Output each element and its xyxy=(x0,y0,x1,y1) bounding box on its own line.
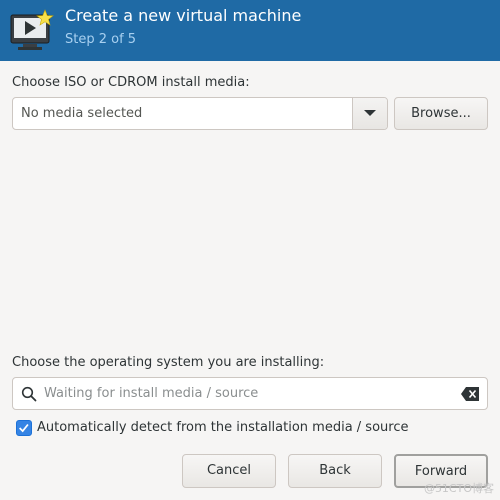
os-search-placeholder: Waiting for install media / source xyxy=(44,386,259,401)
browse-button[interactable]: Browse... xyxy=(394,97,488,130)
clear-icon[interactable] xyxy=(461,387,479,401)
install-media-dropdown-button[interactable] xyxy=(352,98,387,129)
install-media-value: No media selected xyxy=(21,106,143,121)
install-media-combo[interactable]: No media selected xyxy=(12,97,388,130)
cancel-button[interactable]: Cancel xyxy=(182,454,276,488)
watermark: @51CTO博客 xyxy=(423,482,494,495)
wizard-title: Create a new virtual machine xyxy=(65,6,302,25)
checkmark-icon xyxy=(19,423,29,433)
search-icon xyxy=(21,386,37,402)
wizard-header: Create a new virtual machine Step 2 of 5 xyxy=(0,0,500,61)
auto-detect-checkbox[interactable] xyxy=(16,420,32,436)
os-label: Choose the operating system you are inst… xyxy=(12,355,325,370)
auto-detect-label[interactable]: Automatically detect from the installati… xyxy=(37,420,408,435)
back-button[interactable]: Back xyxy=(288,454,382,488)
os-search-input[interactable]: Waiting for install media / source xyxy=(12,377,488,410)
install-media-label: Choose ISO or CDROM install media: xyxy=(12,75,250,90)
chevron-down-icon xyxy=(364,110,376,116)
wizard-step-indicator: Step 2 of 5 xyxy=(65,32,137,47)
virtual-machine-icon xyxy=(10,9,54,50)
